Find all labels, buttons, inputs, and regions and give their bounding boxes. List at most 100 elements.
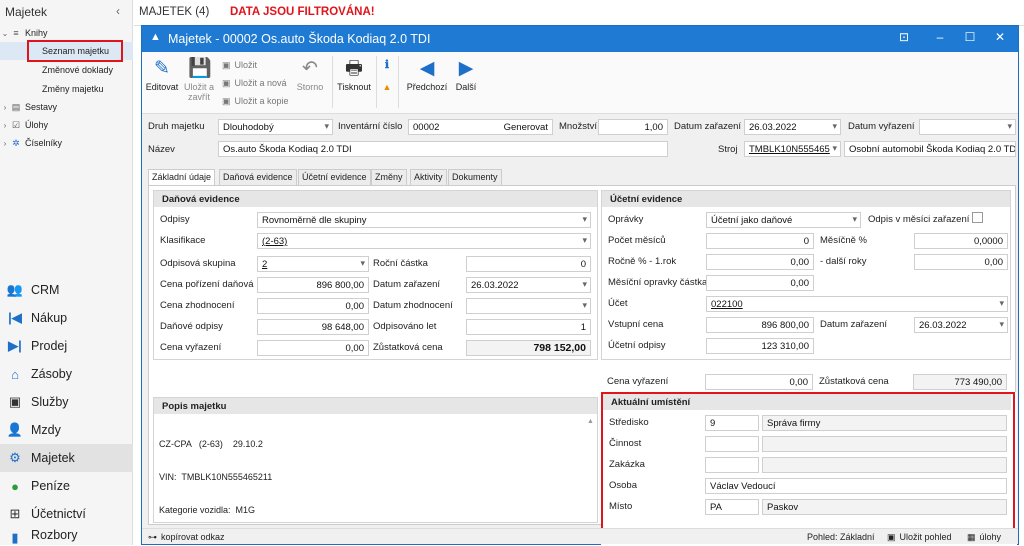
nazev-label: Název: [148, 144, 175, 155]
tab-dokumenty[interactable]: Dokumenty: [448, 169, 502, 185]
collapse-sidebar-icon[interactable]: ‹: [116, 4, 120, 18]
module-zasoby[interactable]: ⌂ Zásoby: [0, 360, 133, 388]
tasks-button[interactable]: ▦ úlohy: [967, 532, 1001, 543]
previous-button[interactable]: ◀ Předchozí: [404, 56, 450, 92]
uc-zustatkova-field: 773 490,00: [913, 374, 1007, 390]
highlight-box: [27, 40, 123, 62]
save-new-icon: ▣: [222, 77, 231, 88]
expand-right-icon[interactable]: ›: [0, 103, 10, 112]
rocne-field[interactable]: 0,00: [706, 254, 814, 270]
tab-danova-evidence[interactable]: Daňová evidence: [219, 169, 297, 185]
tab-ucetni-evidence[interactable]: Účetní evidence: [298, 169, 371, 185]
tree-item-ciselniky[interactable]: › ✲ Číselníky: [0, 134, 133, 152]
ucet-select[interactable]: 022100: [706, 296, 1008, 312]
popis-textarea[interactable]: CZ-CPA (2-63) 29.10.2 VIN: TMBLK10N55546…: [159, 417, 584, 538]
pin-icon[interactable]: ⊡: [894, 30, 914, 44]
save-view-button[interactable]: ▣ Uložit pohled: [887, 532, 952, 543]
osoba-field[interactable]: Václav Vedoucí: [705, 478, 1007, 494]
tab-zakladni-udaje[interactable]: Základní údaje: [148, 169, 216, 186]
tab-aktivity[interactable]: Aktivity: [410, 169, 447, 185]
odpisovano-let-field[interactable]: 1: [466, 319, 591, 335]
opravky-select[interactable]: Účetní jako daňové: [706, 212, 861, 228]
tree-item-zmenove-doklady[interactable]: Změnové doklady: [0, 61, 133, 79]
odpisovano-let-label: Odpisováno let: [373, 321, 437, 332]
expand-right-icon[interactable]: ›: [0, 121, 10, 130]
edit-button[interactable]: ✎ Editovat: [144, 56, 180, 92]
uc-cena-vyrazeni-field[interactable]: 0,00: [705, 374, 813, 390]
nazev-field[interactable]: Os.auto Škoda Kodiaq 2.0 TDI: [218, 141, 668, 157]
uc-datum-zarazeni-field[interactable]: 26.03.2022: [914, 317, 1008, 333]
mesicne-label: Měsíčně %: [820, 235, 867, 246]
maximize-icon[interactable]: ☐: [960, 30, 980, 44]
tree-item-sestavy[interactable]: › ▤ Sestavy: [0, 98, 133, 116]
odpis-mesic-checkbox[interactable]: [972, 212, 983, 223]
danove-odpisy-field[interactable]: 98 648,00: [257, 319, 369, 335]
cena-zhodnoceni-field[interactable]: 0,00: [257, 298, 369, 314]
dalsi-roky-field[interactable]: 0,00: [914, 254, 1008, 270]
stredisko-code-field[interactable]: 9: [705, 415, 759, 431]
uc-zustatkova-label: Zůstatková cena: [819, 376, 889, 387]
printer-icon: 🖶: [345, 58, 363, 79]
save-copy-button[interactable]: ▣ Uložit a kopie: [222, 92, 289, 110]
module-rozbory[interactable]: ▮ Rozbory: [0, 528, 133, 545]
rocni-label: Roční částka: [373, 258, 428, 269]
expand-right-icon[interactable]: ›: [0, 139, 10, 148]
skupina-select[interactable]: 2: [257, 256, 369, 272]
cinnost-code-field[interactable]: [705, 436, 759, 452]
module-mzdy[interactable]: 👤 Mzdy: [0, 416, 133, 444]
klasifikace-select[interactable]: (2-63): [257, 233, 591, 249]
minimize-icon[interactable]: –: [930, 30, 950, 44]
odpisy-select[interactable]: Rovnoměrně dle skupiny: [257, 212, 591, 228]
rocni-field[interactable]: 0: [466, 256, 591, 272]
dialog-titlebar[interactable]: ▲ Majetek - 00002 Os.auto Škoda Kodiaq 2…: [142, 26, 1018, 52]
datum-zhodnoceni-field[interactable]: [466, 298, 591, 314]
druh-select[interactable]: Dlouhodobý: [218, 119, 333, 135]
pencil-icon: ✎: [154, 58, 170, 79]
tasks-icon: ☑: [11, 119, 21, 130]
cena-zhodnoceni-label: Cena zhodnocení: [160, 300, 235, 311]
home-icon: ⌂: [11, 366, 19, 382]
stroj-select[interactable]: TMBLK10N555465: [744, 141, 841, 157]
module-crm[interactable]: 👥 CRM: [0, 276, 133, 304]
misto-code-field[interactable]: PA: [705, 499, 759, 515]
mesicni-opravky-field[interactable]: 0,00: [706, 275, 814, 291]
vstupni-cena-field[interactable]: 896 800,00: [706, 317, 814, 333]
expand-down-icon[interactable]: ⌄: [0, 29, 10, 38]
save-new-button[interactable]: ▣ Uložit a nová: [222, 74, 289, 92]
pocet-mesicu-field[interactable]: 0: [706, 233, 814, 249]
mnozstvi-field[interactable]: 1,00: [598, 119, 668, 135]
klasifikace-label: Klasifikace: [160, 235, 206, 246]
module-sluzby[interactable]: ▣ Služby: [0, 388, 133, 416]
module-penize[interactable]: ● Peníze: [0, 472, 133, 500]
datum-vyrazeni-field[interactable]: [919, 119, 1016, 135]
dan-datum-zarazeni-field[interactable]: 26.03.2022: [466, 277, 591, 293]
zakazka-code-field[interactable]: [705, 457, 759, 473]
ribbon-toolbar: ✎ Editovat 💾 Uložit a zavřít ▣ Uložit ▣ Ul…: [142, 52, 1018, 114]
module-ucetnictvi[interactable]: ⊞ Účetnictví: [0, 500, 133, 528]
tree-item-ulohy[interactable]: › ☑ Úlohy: [0, 116, 133, 134]
save-close-button[interactable]: 💾 Uložit a zavřít: [182, 56, 218, 102]
module-majetek[interactable]: ⚙ Majetek: [0, 444, 133, 472]
generate-button[interactable]: Generovat: [504, 122, 548, 133]
datum-zarazeni-field[interactable]: 26.03.2022: [744, 119, 841, 135]
tree-item-zmeny-majetku[interactable]: Změny majetku: [0, 80, 133, 98]
vstupni-cena-label: Vstupní cena: [608, 319, 664, 330]
close-icon[interactable]: ✕: [990, 30, 1010, 44]
copy-link-button[interactable]: ⊶ kopírovat odkaz: [148, 532, 225, 543]
view-label: Pohled: Základní: [807, 532, 875, 542]
uc-datum-zarazeni-label: Datum zařazení: [820, 319, 888, 330]
popis-scrollbar[interactable]: ▲: [586, 418, 595, 518]
mesicne-field[interactable]: 0,0000: [914, 233, 1008, 249]
save-button[interactable]: ▣ Uložit: [222, 56, 289, 74]
module-nakup[interactable]: |◀ Nákup: [0, 304, 133, 332]
ucetni-odpisy-field[interactable]: 123 310,00: [706, 338, 814, 354]
tab-zmeny[interactable]: Změny: [371, 169, 407, 185]
cancel-button[interactable]: ↶ Storno: [292, 56, 328, 92]
next-button[interactable]: ▶ Další: [450, 56, 482, 92]
dan-cena-vyrazeni-field[interactable]: 0,00: [257, 340, 369, 356]
inv-field[interactable]: 00002 Generovat: [408, 119, 553, 135]
cena-porizeni-field[interactable]: 896 800,00: [257, 277, 369, 293]
info-button[interactable]: ℹ ▲: [380, 56, 394, 92]
module-prodej[interactable]: ▶| Prodej: [0, 332, 133, 360]
print-button[interactable]: 🖶 Tisknout: [336, 56, 372, 92]
